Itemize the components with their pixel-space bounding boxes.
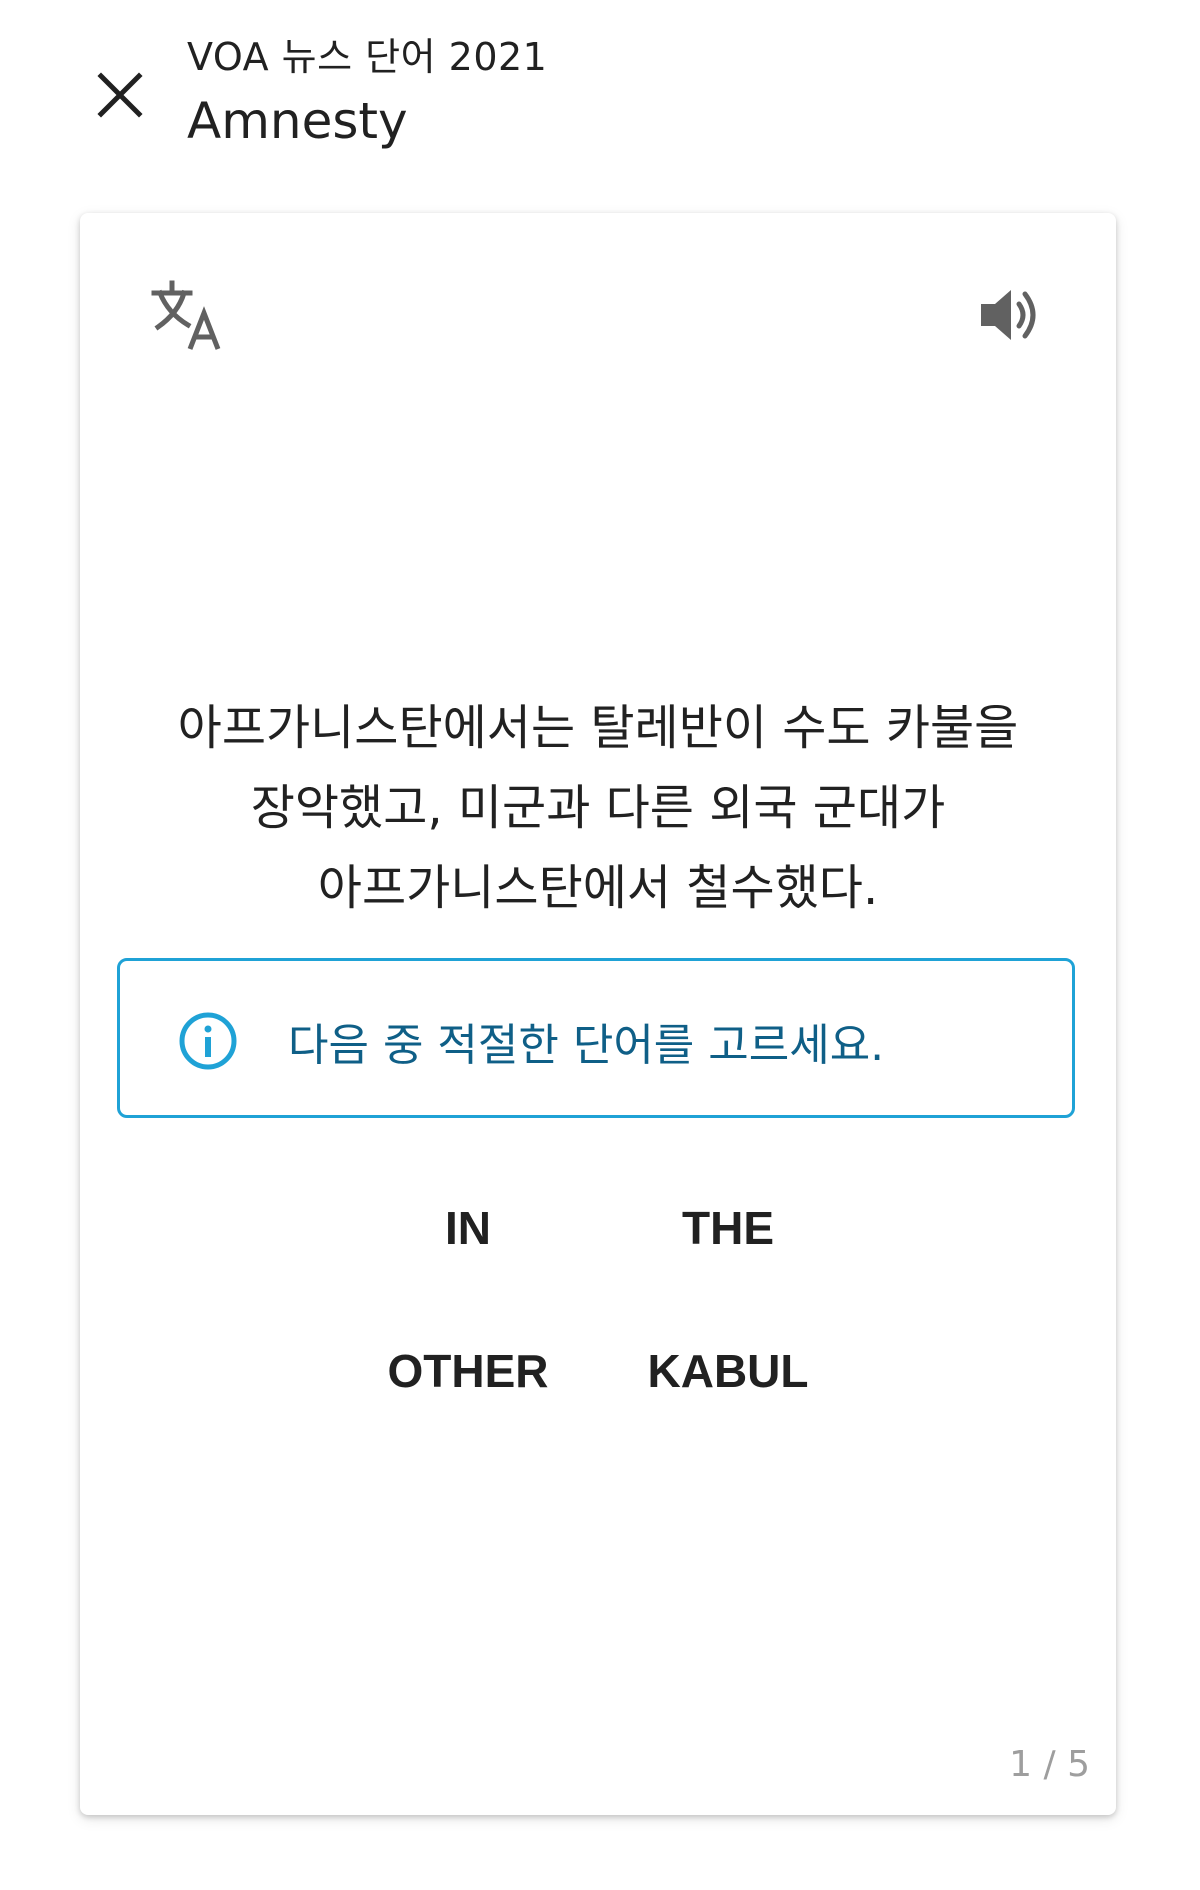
volume-up-icon bbox=[981, 290, 1036, 340]
speaker-button[interactable] bbox=[960, 265, 1060, 365]
word-option-button[interactable]: KABUL bbox=[608, 1326, 848, 1416]
sentence-line: 장악했고, 미군과 다른 외국 군대가 bbox=[250, 780, 946, 836]
info-icon bbox=[179, 1012, 237, 1070]
quiz-sentence: 아프가니스탄에서는 탈레반이 수도 카불을 장악했고, 미군과 다른 외국 군대… bbox=[100, 688, 1096, 928]
word-option-button[interactable]: OTHER bbox=[348, 1326, 588, 1416]
instruction-box: 다음 중 적절한 단어를 고르세요. bbox=[117, 958, 1075, 1118]
word-option-button[interactable]: THE bbox=[608, 1183, 848, 1273]
instruction-text: 다음 중 적절한 단어를 고르세요. bbox=[288, 1020, 885, 1071]
close-icon bbox=[97, 72, 143, 118]
translate-button[interactable] bbox=[138, 265, 238, 365]
app-header: VOA 뉴스 단어 2021 Amnesty bbox=[0, 0, 1200, 190]
page-counter: 1 / 5 bbox=[1009, 1744, 1090, 1785]
quiz-card: 아프가니스탄에서는 탈레반이 수도 카불을 장악했고, 미군과 다른 외국 군대… bbox=[80, 213, 1116, 1815]
close-button[interactable] bbox=[80, 55, 160, 135]
deck-subtitle: VOA 뉴스 단어 2021 bbox=[187, 35, 548, 79]
sentence-line: 아프가니스탄에서는 탈레반이 수도 카불을 bbox=[177, 700, 1019, 756]
word-option-button[interactable]: IN bbox=[348, 1183, 588, 1273]
translate-icon bbox=[151, 280, 221, 350]
page-title: Amnesty bbox=[187, 92, 408, 150]
sentence-line: 아프가니스탄에서 철수했다. bbox=[317, 860, 879, 916]
